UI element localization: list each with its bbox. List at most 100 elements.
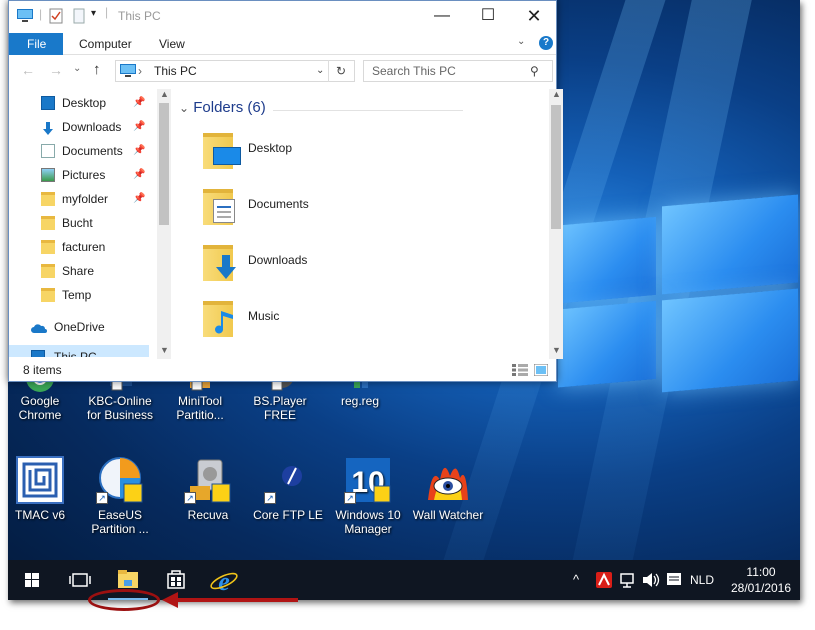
properties-icon[interactable] [49,8,63,24]
network-icon[interactable] [618,560,638,600]
desktop-icon-label: TMAC v6 [14,508,65,522]
folder-label: Music [248,309,280,323]
close-button[interactable]: ✕ [511,1,557,31]
folder-documents[interactable]: Documents [201,185,401,229]
nav-item-desktop[interactable]: Desktop 📌 [9,91,149,115]
documents-folder-icon [201,185,243,225]
window-title: This PC [118,9,161,23]
new-folder-icon[interactable] [73,8,85,24]
nav-item-share[interactable]: Share [9,259,149,283]
computer-icon [31,350,45,357]
maximize-button[interactable]: ☐ [465,1,511,31]
refresh-icon[interactable]: ↻ [336,61,346,81]
windows-start-icon [25,573,39,587]
tmac-icon [16,456,64,504]
search-input[interactable]: Search This PC [372,64,456,78]
nav-item-label: OneDrive [54,320,105,334]
folder-icon [41,216,55,230]
coreftp-icon: ↗ [264,456,312,504]
navigation-scrollbar[interactable]: ▲ ▼ [157,89,171,359]
navigation-pane: Desktop 📌 Downloads 📌 Documents 📌 Pictur… [9,89,159,357]
content-pane: ⌄ Folders (6) Desktop Documents Download… [173,89,549,357]
start-button[interactable] [8,560,56,600]
desktop-icon-coreftp[interactable]: ↗ Core FTP LE [248,456,328,522]
content-scrollbar[interactable]: ▲ ▼ [549,89,563,359]
details-view-icon[interactable] [512,364,528,376]
forward-arrow-icon[interactable]: → [49,62,63,78]
nav-item-temp[interactable]: Temp [9,283,149,307]
folder-icon [41,264,55,278]
status-bar: 8 items [9,359,556,381]
section-header[interactable]: ⌄ Folders (6) [179,99,266,116]
nav-item-onedrive[interactable]: OneDrive [9,315,149,339]
action-center-icon[interactable] [664,560,684,600]
ribbon-tabs: File Computer View ⌄ ? [9,33,556,55]
search-box[interactable]: Search This PC ⚲ [363,60,553,82]
scroll-down-icon[interactable]: ▼ [552,345,561,355]
breadcrumb[interactable]: This PC [154,61,197,81]
folder-downloads[interactable]: Downloads [201,241,401,285]
nav-item-facturen[interactable]: facturen [9,235,149,259]
help-icon[interactable]: ? [539,36,553,50]
minimize-button[interactable]: — [419,1,465,31]
recent-locations-chevron-icon[interactable]: ⌄ [73,63,81,74]
tab-computer[interactable]: Computer [69,33,142,55]
address-dropdown-chevron-icon[interactable]: ⌄ [316,61,324,81]
clock-time: 11:00 [746,565,776,579]
divider [273,110,463,111]
desktop-icon-tmac[interactable]: TMAC v6 [8,456,80,522]
quick-access-toolbar-dropdown-icon[interactable]: ▾ [91,8,96,19]
nav-item-this-pc[interactable]: This PC [9,345,149,357]
title-bar[interactable]: | ▾ | This PC — ☐ ✕ [9,1,556,33]
nav-item-label: Desktop [62,96,107,110]
desktop-folder-icon [201,129,243,169]
folder-label: Documents [248,197,309,211]
wall-watcher-icon [424,456,472,504]
expand-ribbon-chevron-icon[interactable]: ⌄ [517,36,525,47]
desktop-icon-label: KBC-Online for Business [86,394,154,422]
desktop-icon-label: BS.Player FREE [253,394,307,422]
desktop-icon-wall-watcher[interactable]: Wall Watcher [408,456,488,522]
folder-music[interactable]: Music [201,297,401,341]
minimize-icon: — [434,7,450,24]
tab-view[interactable]: View [149,33,195,55]
scroll-down-icon[interactable]: ▼ [160,345,169,355]
desktop-icon-recuva[interactable]: ↗ Recuva [168,456,248,522]
folder-desktop[interactable]: Desktop [201,129,401,173]
desktop-icon-windows10-manager[interactable]: 10 ↗ Windows 10 Manager [328,456,408,536]
scrollbar-thumb[interactable] [159,103,169,225]
annotation-arrow [172,598,298,602]
large-icons-view-icon[interactable] [534,364,548,376]
tab-file[interactable]: File [9,33,63,55]
language-indicator[interactable]: NLD [690,560,720,600]
volume-icon[interactable] [640,560,660,600]
scroll-up-icon[interactable]: ▲ [552,89,561,99]
folder-icon [41,288,55,302]
nav-item-label: Temp [62,288,92,302]
nav-item-pictures[interactable]: Pictures 📌 [9,163,149,187]
desktop-icon-easeus[interactable]: ↗ EaseUS Partition ... [80,456,160,536]
address-bar[interactable]: › This PC ⌄ ↻ [115,60,355,82]
file-explorer-window: | ▾ | This PC — ☐ ✕ File Computer View ⌄… [8,0,563,382]
scroll-up-icon[interactable]: ▲ [160,89,169,99]
folder-partial[interactable] [201,353,401,357]
show-hidden-icons-chevron-icon[interactable]: ^ [568,560,584,600]
back-arrow-icon[interactable]: ← [21,62,35,78]
clock[interactable]: 11:00 28/01/2016 [726,560,796,600]
desktop-icon-label: EaseUS Partition ... [91,508,149,536]
nav-item-label: Documents [62,144,123,158]
taskbar-internet-explorer-button[interactable]: e [200,560,248,600]
item-count: 8 items [23,363,62,377]
nav-item-label: myfolder [62,192,109,206]
scrollbar-thumb[interactable] [551,105,561,229]
breadcrumb-chevron-icon[interactable]: › [138,61,142,81]
nav-item-documents[interactable]: Documents 📌 [9,139,149,163]
nav-item-bucht[interactable]: Bucht [9,211,149,235]
folder-label: Downloads [248,253,308,267]
up-arrow-icon[interactable]: ↑ [93,61,101,78]
collapse-chevron-icon: ⌄ [179,101,190,115]
avira-icon[interactable] [594,560,614,600]
nav-item-downloads[interactable]: Downloads 📌 [9,115,149,139]
download-icon [41,120,55,135]
nav-item-myfolder[interactable]: myfolder 📌 [9,187,149,211]
